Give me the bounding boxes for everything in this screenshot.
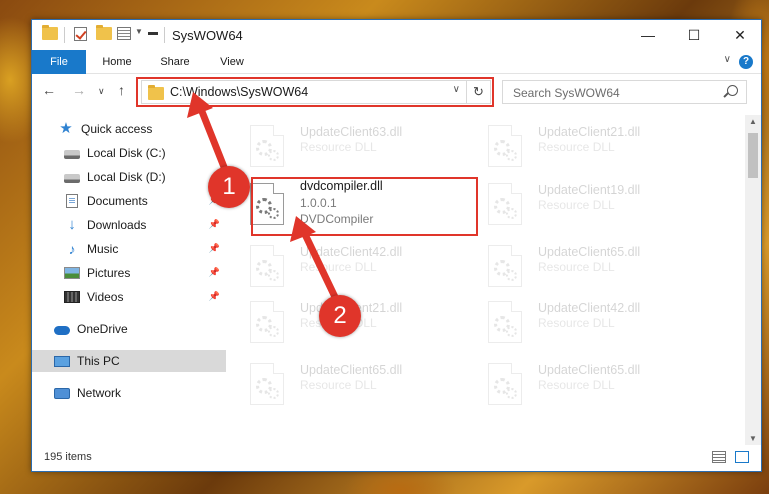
step-1-badge: 1 (208, 166, 250, 208)
annotation-arrows (187, 92, 339, 301)
arrow-2 (290, 216, 339, 301)
step-2-badge: 2 (319, 295, 361, 337)
arrow-1 (187, 92, 230, 176)
